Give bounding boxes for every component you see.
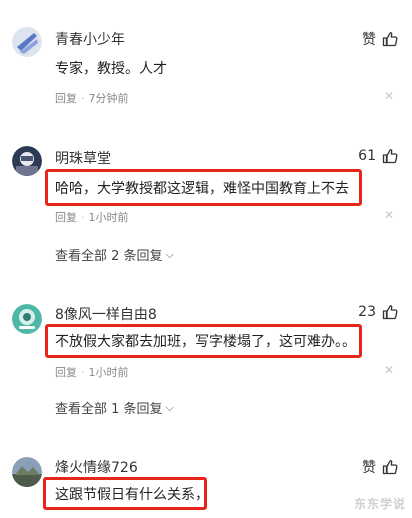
- like-count: 61: [358, 148, 376, 164]
- comment-meta: 回复 · 1小时前: [55, 364, 129, 380]
- comment-text: 专家，教授。人才: [55, 61, 167, 77]
- reply-button[interactable]: 回复: [55, 90, 77, 106]
- avatar[interactable]: [12, 304, 42, 334]
- close-icon[interactable]: ✕: [384, 89, 394, 103]
- username[interactable]: 青春小少年: [55, 29, 125, 49]
- chevron-down-icon: ⌵: [165, 400, 174, 414]
- view-replies-label: 查看全部 2 条回复: [55, 249, 163, 264]
- comment-item: 明珠草堂 61 哈哈，大学教授都这逻辑，难怪中国教育上不去 回复 · 1小时前 …: [0, 120, 412, 280]
- thumbs-up-icon: [382, 305, 398, 320]
- thumbs-up-icon: [382, 149, 398, 164]
- view-replies-link[interactable]: 查看全部 2 条回复 ⌵: [55, 245, 174, 265]
- comment-text: 哈哈，大学教授都这逻辑，难怪中国教育上不去: [55, 181, 349, 197]
- timestamp: 1小时前: [88, 366, 129, 379]
- separator-dot: ·: [81, 365, 85, 379]
- comment-meta: 回复 · 7分钟前: [55, 90, 129, 106]
- avatar[interactable]: [12, 27, 42, 57]
- like-count: 23: [358, 304, 376, 320]
- comment-list: 青春小少年 赞 专家，教授。人才 回复 · 7分钟前 ✕ 明珠草堂 61 哈哈，…: [0, 0, 412, 518]
- thumbs-up-icon: [382, 460, 398, 475]
- timestamp: 1小时前: [88, 211, 129, 224]
- like-count: 赞: [362, 32, 376, 48]
- view-replies-label: 查看全部 1 条回复: [55, 402, 163, 417]
- reply-button[interactable]: 回复: [55, 364, 77, 380]
- comment-item: 8像风一样自由8 23 不放假大家都去加班，写字楼塌了，这可难办。。 回复 · …: [0, 280, 412, 440]
- like-button[interactable]: 61: [358, 148, 398, 164]
- avatar[interactable]: [12, 457, 42, 487]
- separator-dot: ·: [81, 91, 85, 105]
- reply-button[interactable]: 回复: [55, 209, 77, 225]
- avatar[interactable]: [12, 146, 42, 176]
- close-icon[interactable]: ✕: [384, 363, 394, 377]
- comment-meta: 回复 · 1小时前: [55, 209, 129, 225]
- view-replies-link[interactable]: 查看全部 1 条回复 ⌵: [55, 398, 174, 418]
- like-button[interactable]: 赞: [362, 29, 398, 49]
- username[interactable]: 烽火情缘726: [55, 457, 138, 477]
- like-count: 赞: [362, 460, 376, 476]
- username[interactable]: 8像风一样自由8: [55, 304, 157, 324]
- timestamp: 7分钟前: [88, 92, 129, 105]
- comment-text: 这跟节假日有什么关系，: [55, 487, 209, 503]
- comment-item: 青春小少年 赞 专家，教授。人才 回复 · 7分钟前 ✕: [0, 0, 412, 120]
- username[interactable]: 明珠草堂: [55, 148, 111, 168]
- comment-text: 不放假大家都去加班，写字楼塌了，这可难办。。: [55, 334, 356, 350]
- separator-dot: ·: [81, 210, 85, 224]
- chevron-down-icon: ⌵: [165, 247, 174, 261]
- comment-item: 烽火情缘726 赞 这跟节假日有什么关系，: [0, 440, 412, 518]
- thumbs-up-icon: [382, 32, 398, 47]
- like-button[interactable]: 赞: [362, 457, 398, 477]
- close-icon[interactable]: ✕: [384, 208, 394, 222]
- like-button[interactable]: 23: [358, 304, 398, 320]
- watermark: 东东学说: [353, 497, 406, 511]
